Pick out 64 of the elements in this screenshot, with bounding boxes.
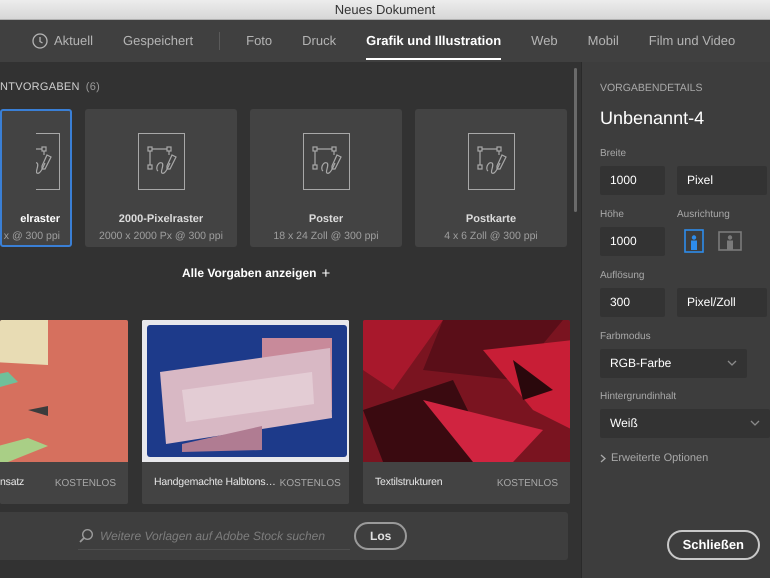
preset-card[interactable]: 2000-Pixelraster 2000 x 2000 Px @ 300 ppi <box>85 109 237 247</box>
field-label: Hintergrundinhalt <box>600 390 678 404</box>
preset-size: 4 x 6 Zoll @ 300 ppi <box>444 229 538 244</box>
template-title: Textilstrukturen <box>375 475 442 490</box>
field-label: Breite <box>600 146 628 161</box>
clock-icon <box>32 33 48 49</box>
preset-size: 18 x 24 Zoll @ 300 ppi <box>273 229 379 244</box>
tab[interactable]: Aktuell <box>32 20 94 62</box>
preset-title: Postkarte <box>466 212 516 227</box>
tab[interactable]: Grafik und Illustration <box>366 20 502 62</box>
go-button[interactable]: Los <box>354 522 408 550</box>
document-drawing-icon <box>302 133 350 190</box>
tab[interactable]: Mobil <box>588 20 619 62</box>
tab[interactable]: Druck <box>302 20 336 62</box>
preset-card[interactable]: Poster 18 x 24 Zoll @ 300 ppi <box>250 109 402 247</box>
close-button[interactable]: Schließen <box>666 530 760 560</box>
tab[interactable]: Gespeichert <box>123 20 194 62</box>
price-label: KOSTENLOS <box>54 476 116 490</box>
plus-icon: + <box>321 266 330 280</box>
template-title: Handgemachte Halbtons… <box>154 475 276 490</box>
preset-card[interactable]: elraster x @ 300 ppi <box>0 109 72 247</box>
input-field[interactable]: Pixel/Zoll <box>677 288 767 317</box>
scrollbar[interactable] <box>574 68 577 212</box>
input-field[interactable]: 1000 <box>600 166 665 195</box>
tab[interactable]: Web <box>531 20 558 62</box>
portrait-orientation-button[interactable] <box>682 229 706 254</box>
search-field[interactable]: Weitere Vorlagen auf Adobe Stock suchen <box>78 522 350 550</box>
template-card[interactable]: nsatz KOSTENLOS <box>0 320 128 504</box>
show-all-link[interactable]: Alle Vorgaben anzeigen + <box>182 264 330 282</box>
tab[interactable]: Film und Video <box>648 20 736 62</box>
section-heading: NTVORGABEN <box>0 80 80 95</box>
dropdown[interactable]: Weiß <box>600 408 770 438</box>
template-card[interactable]: Handgemachte Halbtons… KOSTENLOS <box>142 320 349 504</box>
preset-title: 2000-Pixelraster <box>118 212 204 227</box>
template-card[interactable]: Textilstrukturen KOSTENLOS <box>363 320 570 504</box>
document-drawing-icon <box>468 133 514 190</box>
dropdown[interactable]: RGB-Farbe <box>600 348 747 378</box>
window-title: Neues Dokument <box>334 0 436 19</box>
landscape-orientation-button[interactable] <box>718 229 742 254</box>
document-drawing-icon <box>138 133 184 190</box>
preset-size: 2000 x 2000 Px @ 300 ppi <box>99 229 223 244</box>
field-label: Farbmodus <box>600 330 652 344</box>
chevron-down-icon <box>727 360 737 366</box>
chevron-right-icon <box>600 454 606 462</box>
advanced-options-toggle[interactable]: Erweiterte Optionen <box>600 450 708 466</box>
input-field[interactable]: Pixel <box>677 166 767 195</box>
preset-title: elraster <box>20 212 60 227</box>
tab[interactable]: Foto <box>246 20 272 62</box>
template-title: nsatz <box>0 475 24 490</box>
chevron-down-icon <box>750 420 760 426</box>
field-label: Ausrichtung <box>677 208 731 222</box>
input-field[interactable]: 1000 <box>600 226 665 256</box>
preset-size: x @ 300 ppi <box>4 229 60 244</box>
field-label: Höhe <box>600 208 625 222</box>
preset-count: (6) <box>86 80 100 95</box>
price-label: KOSTENLOS <box>496 476 558 490</box>
price-label: KOSTENLOS <box>280 476 341 490</box>
input-field[interactable]: 300 <box>600 288 665 317</box>
document-name: Unbenannt-4 <box>600 106 706 130</box>
preset-card[interactable]: Postkarte 4 x 6 Zoll @ 300 ppi <box>415 109 567 247</box>
preset-title: Poster <box>308 212 344 227</box>
search-icon <box>78 528 94 544</box>
field-label: Auflösung <box>600 268 646 283</box>
panel-heading: VORGABENDETAILS <box>600 81 704 96</box>
